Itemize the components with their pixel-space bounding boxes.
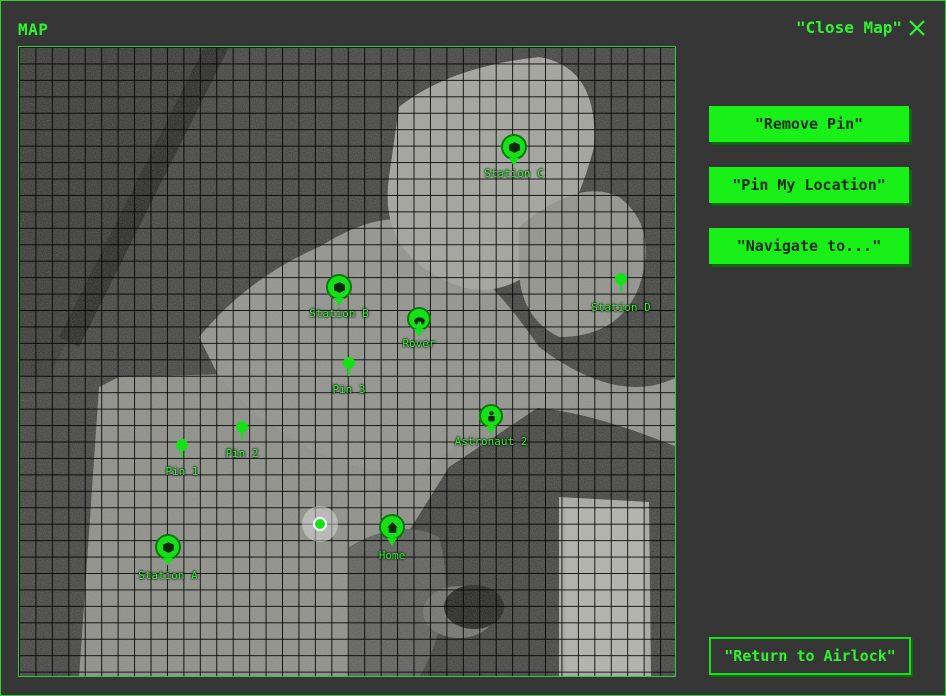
page-title: MAP [18, 20, 49, 39]
return-to-airlock-button[interactable]: "Return to Airlock" [709, 637, 911, 675]
home-marker[interactable] [379, 514, 405, 540]
pin-3-label: Pin 3 [332, 383, 366, 396]
station-d-marker[interactable] [615, 273, 627, 292]
pin-icon [343, 357, 355, 376]
home-label: Home [378, 549, 406, 562]
navigate-to-button[interactable]: "Navigate to..." [709, 228, 909, 264]
map-view[interactable]: Station C Station D Station B Rover Pin … [18, 46, 676, 677]
rover-label: Rover [402, 337, 436, 350]
station-a-label: Station A [138, 569, 198, 582]
close-map-label: "Close Map" [796, 18, 902, 37]
pin-2-marker[interactable] [236, 421, 248, 440]
box-icon [501, 134, 527, 160]
box-icon [155, 534, 181, 560]
close-icon [909, 19, 925, 36]
rover-marker[interactable] [407, 307, 431, 331]
pin-2-label: Pin 2 [225, 447, 259, 460]
box-icon [326, 274, 352, 300]
location-dot-icon [313, 517, 327, 531]
pin-icon [236, 421, 248, 440]
station-b-marker[interactable] [326, 274, 352, 300]
pin-1-label: Pin 1 [165, 465, 199, 478]
pin-icon [176, 439, 188, 458]
station-a-marker[interactable] [155, 534, 181, 560]
pin-3-marker[interactable] [343, 357, 355, 376]
pin-1-marker[interactable] [176, 439, 188, 458]
home-icon [379, 514, 405, 540]
rover-icon [407, 307, 431, 331]
astronaut-icon [479, 404, 503, 428]
astronaut-2-label: Astronaut 2 [454, 435, 528, 448]
astronaut-2-marker[interactable] [479, 404, 503, 428]
station-c-label: Station C [484, 167, 544, 180]
pin-my-location-button[interactable]: "Pin My Location" [709, 167, 909, 203]
pin-icon [615, 273, 627, 292]
current-location-marker[interactable] [302, 506, 338, 542]
station-d-label: Station D [591, 301, 651, 314]
station-c-marker[interactable] [501, 134, 527, 160]
close-map-button[interactable]: "Close Map" [796, 18, 926, 37]
station-b-label: Station B [309, 307, 369, 320]
remove-pin-button[interactable]: "Remove Pin" [709, 106, 909, 142]
